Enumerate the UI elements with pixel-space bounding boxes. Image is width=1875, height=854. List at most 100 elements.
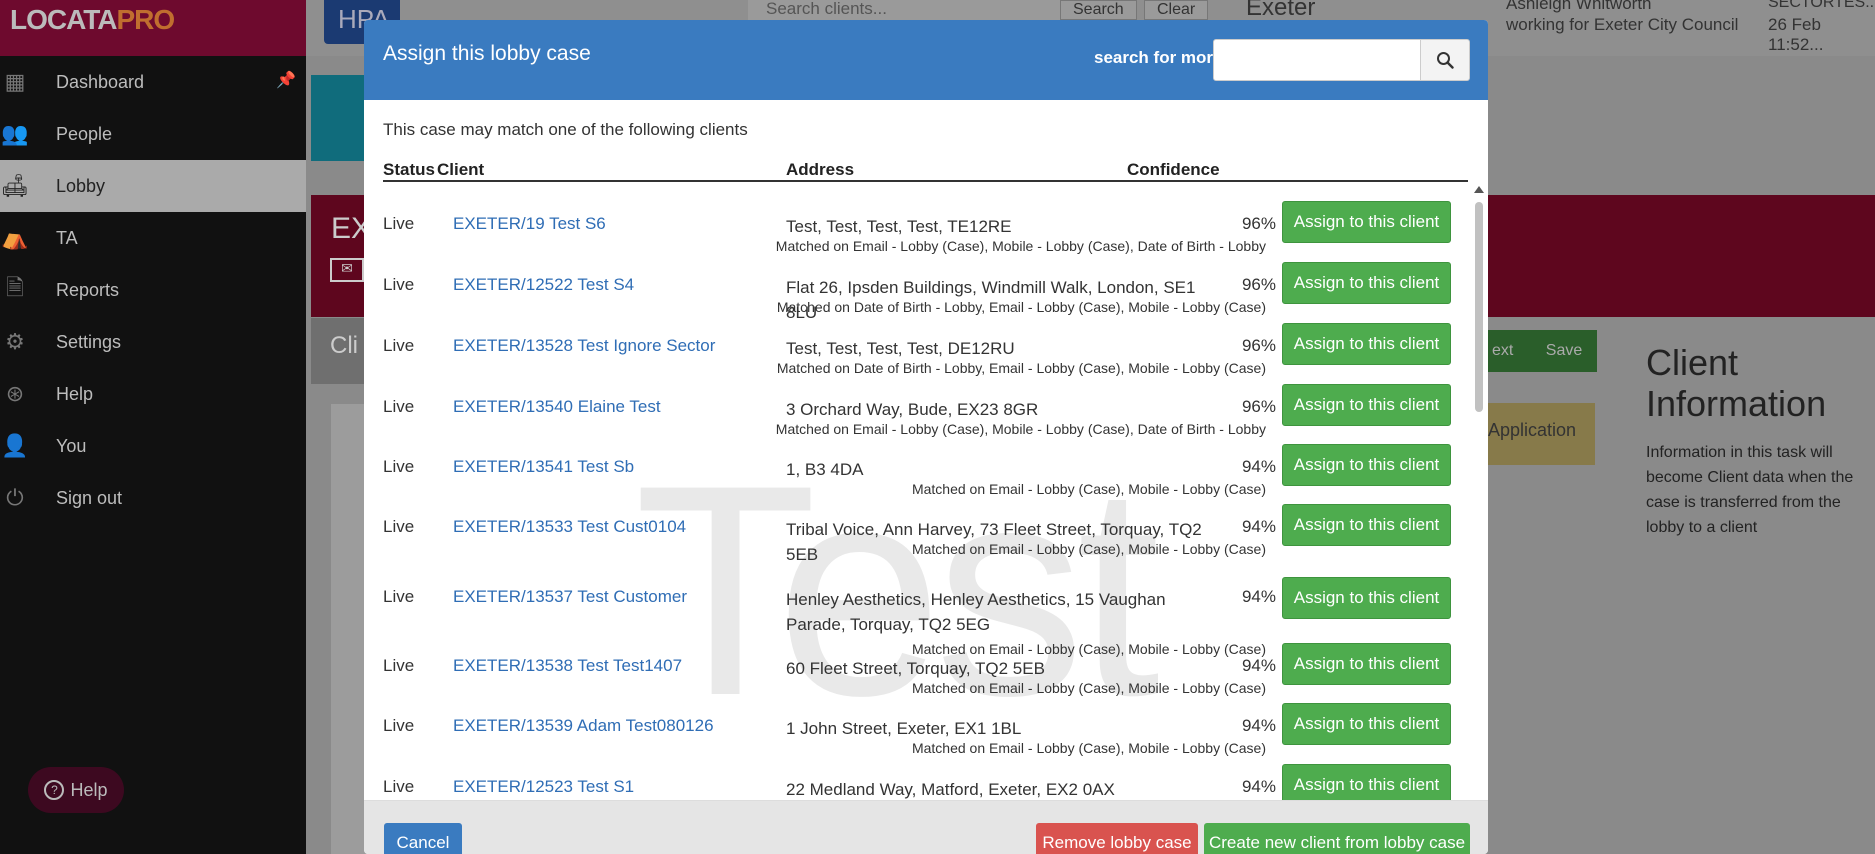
row-client-link[interactable]: EXETER/13533 Test Cust0104: [453, 517, 686, 537]
sidebar-item-lobby[interactable]: 🛋 Lobby: [0, 160, 306, 212]
logo-text-right: PRO: [116, 4, 176, 35]
pin-icon[interactable]: 📌: [276, 70, 296, 90]
row-client-link[interactable]: EXETER/13538 Test Test1407: [453, 656, 682, 676]
search-more-input[interactable]: [1213, 39, 1421, 81]
assign-to-client-button[interactable]: Assign to this client: [1282, 444, 1451, 486]
top-clear-button[interactable]: Clear: [1144, 0, 1209, 20]
background-save-button[interactable]: Save: [1531, 330, 1597, 372]
logo-text-left: LOCATA: [10, 4, 117, 35]
row-address: 3 Orchard Way, Bude, EX23 8GR: [786, 400, 1039, 419]
row-address: 60 Fleet Street, Torquay, TQ2 5EB: [786, 659, 1045, 678]
row-confidence: 96%: [1241, 397, 1276, 416]
row-status: Live: [383, 214, 415, 233]
power-icon: ⏻: [6, 485, 24, 510]
create-client-button[interactable]: Create new client from lobby case: [1204, 823, 1470, 854]
top-search-button[interactable]: Search: [1060, 0, 1137, 20]
search-icon: [1437, 52, 1454, 69]
row-confidence: 94%: [1241, 517, 1276, 536]
sidebar-item-help[interactable]: ⊛ Help: [0, 368, 306, 420]
row-client-link[interactable]: EXETER/12523 Test S1: [453, 777, 634, 797]
sidebar-item-you[interactable]: 👤 You: [0, 420, 306, 472]
search-more-button[interactable]: [1420, 39, 1470, 81]
people-icon: 👥: [1, 121, 29, 146]
cancel-button[interactable]: Cancel: [384, 823, 462, 854]
sidebar-item-label: Sign out: [56, 487, 123, 508]
row-status: Live: [383, 777, 415, 796]
client-information-title: Client Information: [1646, 342, 1827, 424]
row-client-link[interactable]: EXETER/13537 Test Customer: [453, 587, 687, 607]
grid-icon: ▦: [4, 69, 26, 94]
user-organisation: working for Exeter City Council: [1506, 15, 1739, 34]
row-match-reason: Matched on Email - Lobby (Case), Mobile …: [911, 740, 1266, 756]
modal-scrollbar[interactable]: [1472, 184, 1486, 800]
row-confidence: 94%: [1241, 587, 1276, 606]
row-status: Live: [383, 457, 415, 476]
row-match-reason: Matched on Email - Lobby (Case), Mobile …: [911, 541, 1266, 557]
modal-header: Assign this lobby case search for more: [364, 20, 1488, 100]
client-search-input[interactable]: Search clients...: [748, 0, 1066, 20]
row-confidence: 94%: [1241, 716, 1276, 735]
sidebar-nav: ▦ Dashboard 📌 👥 People 🛋 Lobby ⛺ TA 🗎 Reports ⚙ Sett…: [0, 56, 306, 524]
row-address: Test, Test, Test, Test, DE12RU: [786, 339, 1015, 358]
row-confidence: 94%: [1241, 457, 1276, 476]
assign-to-client-button[interactable]: Assign to this client: [1282, 643, 1451, 685]
assign-to-client-button[interactable]: Assign to this client: [1282, 504, 1451, 546]
assign-to-client-button[interactable]: Assign to this client: [1282, 577, 1451, 619]
background-teal-block: [311, 75, 371, 161]
sidebar-item-label: People: [56, 123, 113, 144]
row-client-link[interactable]: EXETER/19 Test S6: [453, 214, 606, 234]
assign-to-client-button[interactable]: Assign to this client: [1282, 764, 1451, 800]
background-application-tab[interactable]: Application: [1488, 403, 1595, 465]
row-address: 1 John Street, Exeter, EX1 1BL: [786, 719, 1022, 738]
help-button[interactable]: ? Help: [28, 767, 124, 813]
question-icon: ?: [44, 780, 65, 800]
modal-body[interactable]: Test This case may match one of the foll…: [364, 100, 1488, 800]
remove-lobby-case-button[interactable]: Remove lobby case: [1036, 823, 1198, 854]
row-match-reason: Matched on Email - Lobby (Case), Mobile …: [775, 238, 1266, 254]
row-client-link[interactable]: EXETER/13539 Adam Test080126: [453, 716, 714, 736]
logo-bar: LOCATAPRO: [0, 0, 306, 56]
envelope-icon: ✉: [330, 258, 364, 282]
row-address: 1, B3 4DA: [786, 460, 864, 479]
assign-to-client-button[interactable]: Assign to this client: [1282, 323, 1451, 365]
location-label: Exeter: [1246, 0, 1316, 21]
row-address: Henley Aesthetics, Henley Aesthetics, 15…: [786, 590, 1166, 634]
lifebuoy-icon: ⊛: [5, 381, 25, 406]
row-client-link[interactable]: EXETER/13528 Test Ignore Sector: [453, 336, 715, 356]
document-icon: 🗎: [6, 275, 24, 300]
sidebar-item-dashboard[interactable]: ▦ Dashboard 📌: [0, 56, 306, 108]
match-table-header: Status Client Address Confidence: [383, 160, 1468, 182]
sidebar-item-sign-out[interactable]: ⏻ Sign out: [0, 472, 306, 524]
background-tab-label: Cli: [330, 332, 358, 359]
sidebar-item-settings[interactable]: ⚙ Settings: [0, 316, 306, 368]
sidebar-item-label: Lobby: [56, 175, 106, 196]
row-client-link[interactable]: EXETER/13540 Elaine Test: [453, 397, 661, 417]
app-logo[interactable]: LOCATAPRO: [10, 4, 176, 36]
sidebar-item-reports[interactable]: 🗎 Reports: [0, 264, 306, 316]
user-name: Ashleigh Whitworth: [1506, 0, 1652, 13]
row-client-link[interactable]: EXETER/13541 Test Sb: [453, 457, 634, 477]
modal-title: Assign this lobby case: [383, 42, 591, 65]
assign-lobby-case-modal: Assign this lobby case search for more T…: [364, 20, 1488, 854]
background-next-button[interactable]: ext: [1488, 330, 1536, 372]
row-match-reason: Matched on Email - Lobby (Case), Mobile …: [911, 680, 1266, 696]
modal-footer: Cancel Remove lobby case Create new clie…: [364, 800, 1488, 854]
assign-to-client-button[interactable]: Assign to this client: [1282, 201, 1451, 243]
row-status: Live: [383, 517, 415, 536]
sidebar-item-label: Help: [56, 383, 94, 404]
assign-to-client-button[interactable]: Assign to this client: [1282, 703, 1451, 745]
current-date: 26 Feb 11:52...: [1768, 15, 1824, 54]
sidebar-item-people[interactable]: 👥 People: [0, 108, 306, 160]
row-client-link[interactable]: EXETER/12522 Test S4: [453, 275, 634, 295]
assign-to-client-button[interactable]: Assign to this client: [1282, 384, 1451, 426]
search-more-label: search for more: [1094, 48, 1223, 67]
row-confidence: 94%: [1241, 777, 1276, 796]
scroll-up-arrow-icon[interactable]: [1474, 186, 1484, 193]
assign-to-client-button[interactable]: Assign to this client: [1282, 262, 1451, 304]
column-client: Client: [437, 160, 485, 179]
row-status: Live: [383, 336, 415, 355]
scrollbar-thumb[interactable]: [1475, 202, 1483, 412]
sidebar-item-ta[interactable]: ⛺ TA: [0, 212, 306, 264]
row-match-reason: Matched on Email - Lobby (Case), Mobile …: [911, 481, 1266, 497]
row-status: Live: [383, 275, 415, 294]
